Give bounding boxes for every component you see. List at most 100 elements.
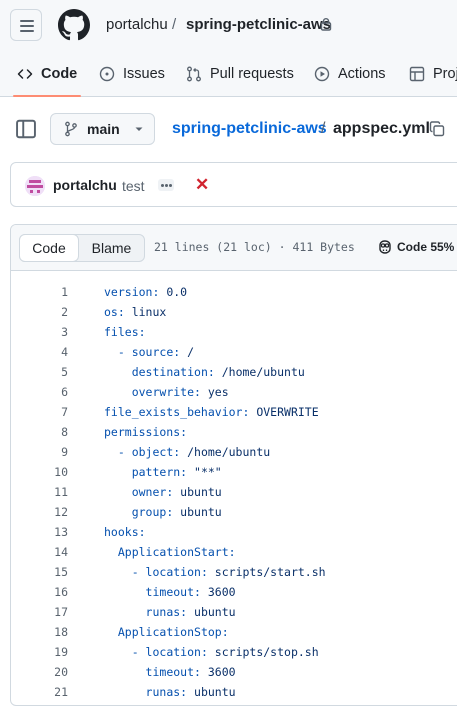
tab-issues-label: Issues — [123, 66, 165, 82]
copilot-label: Code 55% f — [397, 240, 457, 254]
repo-owner-link[interactable]: portalchu — [106, 16, 168, 33]
commit-message-link[interactable]: test — [122, 178, 145, 194]
yaml-key: - location: — [131, 565, 208, 579]
line-number[interactable]: 14 — [54, 542, 68, 562]
file-header: Code Blame 21 lines (21 loc) · 411 Bytes… — [11, 225, 457, 271]
line-number[interactable]: 21 — [54, 682, 68, 702]
code-text: version: 0.0 — [104, 282, 187, 302]
yaml-value: 3600 — [200, 665, 236, 679]
code-text: group: ubuntu — [104, 502, 222, 522]
yaml-key: file_exists_behavior: — [104, 405, 250, 419]
yaml-key: group: — [131, 505, 174, 519]
line-number[interactable]: 4 — [61, 342, 68, 362]
line-number[interactable]: 13 — [54, 522, 68, 542]
tab-code[interactable]: Code — [12, 52, 82, 97]
menu-button[interactable] — [10, 9, 42, 41]
code-line: 12 group: ubuntu — [11, 502, 457, 522]
line-number[interactable]: 15 — [54, 562, 68, 582]
code-text: timeout: 3600 — [104, 582, 236, 602]
commit-details-toggle[interactable] — [158, 179, 174, 191]
line-number[interactable]: 6 — [61, 382, 68, 402]
line-number[interactable]: 8 — [61, 422, 68, 442]
yaml-key: os: — [104, 305, 125, 319]
repo-nav-tabs: Code Issues Pull requests Actions Proj — [0, 52, 457, 97]
yaml-value: / — [180, 345, 195, 359]
check-failure-icon[interactable]: ✕ — [195, 175, 209, 195]
line-number[interactable]: 17 — [54, 602, 68, 622]
line-number[interactable]: 9 — [61, 442, 68, 462]
tab-projects[interactable]: Proj — [409, 52, 457, 96]
code-text: files: — [104, 322, 146, 342]
hamburger-icon-bar — [20, 30, 34, 32]
code-line: 2 os: linux — [11, 302, 457, 322]
yaml-value: ubuntu — [187, 685, 236, 699]
code-text: ApplicationStart: — [104, 542, 236, 562]
line-number[interactable]: 11 — [54, 482, 68, 502]
yaml-value: "**" — [187, 465, 222, 479]
issue-opened-icon — [99, 66, 115, 82]
line-number[interactable]: 1 — [61, 282, 68, 302]
line-number[interactable]: 2 — [61, 302, 68, 322]
line-number[interactable]: 3 — [61, 322, 68, 342]
play-icon — [314, 66, 330, 82]
code-text: file_exists_behavior: OVERWRITE — [104, 402, 319, 422]
tab-pull-requests-label: Pull requests — [210, 66, 294, 82]
ellipsis-dot — [169, 184, 172, 187]
yaml-value: scripts/start.sh — [207, 565, 326, 579]
breadcrumb-separator: / — [321, 120, 326, 137]
branch-selector[interactable]: main — [50, 113, 155, 145]
tab-issues[interactable]: Issues — [99, 52, 165, 96]
tab-actions[interactable]: Actions — [314, 52, 386, 96]
code-line: 13 hooks: — [11, 522, 457, 542]
sidepanel-toggle-icon[interactable] — [15, 118, 37, 140]
yaml-key: files: — [104, 325, 146, 339]
code-line: 5 destination: /home/ubuntu — [11, 362, 457, 382]
line-number[interactable]: 7 — [61, 402, 68, 422]
line-number[interactable]: 20 — [54, 662, 68, 682]
yaml-key: timeout: — [145, 665, 201, 679]
yaml-value: scripts/stop.sh — [207, 645, 319, 659]
ellipsis-dot — [161, 184, 164, 187]
branch-name: main — [87, 121, 120, 137]
yaml-value: yes — [200, 385, 229, 399]
line-number[interactable]: 16 — [54, 582, 68, 602]
git-pull-request-icon — [187, 66, 201, 82]
code-line: 19 - location: scripts/stop.sh — [11, 642, 457, 662]
file-viewer: Code Blame 21 lines (21 loc) · 411 Bytes… — [10, 224, 457, 706]
code-text: - location: scripts/start.sh — [104, 562, 326, 582]
code-line: 17 runas: ubuntu — [11, 602, 457, 622]
copy-path-icon[interactable] — [429, 121, 445, 137]
code-text: permissions: — [104, 422, 187, 442]
tab-pull-requests[interactable]: Pull requests — [186, 52, 294, 96]
tab-code-label: Code — [41, 66, 78, 82]
code-text: pattern: "**" — [104, 462, 222, 482]
copilot-code-button[interactable]: Code 55% f — [377, 239, 457, 255]
repo-name-link[interactable]: spring-petclinic-aws — [186, 16, 331, 33]
yaml-key: pattern: — [131, 465, 188, 479]
code-view-button[interactable]: Code — [19, 234, 79, 262]
yaml-value: /home/ubuntu — [180, 445, 271, 459]
github-logo-icon[interactable] — [58, 9, 90, 41]
yaml-key: permissions: — [104, 425, 188, 439]
line-number[interactable]: 18 — [54, 622, 68, 642]
line-number[interactable]: 12 — [54, 502, 68, 522]
breadcrumb-repo-link[interactable]: spring-petclinic-aws — [172, 120, 327, 138]
blame-view-button[interactable]: Blame — [79, 235, 144, 261]
commit-author-link[interactable]: portalchu — [53, 177, 117, 193]
line-number[interactable]: 5 — [61, 362, 68, 382]
code-line: 4 - source: / — [11, 342, 457, 362]
line-number[interactable]: 19 — [54, 642, 68, 662]
yaml-key: timeout: — [145, 585, 201, 599]
avatar[interactable] — [25, 176, 45, 196]
line-number[interactable]: 10 — [54, 462, 68, 482]
